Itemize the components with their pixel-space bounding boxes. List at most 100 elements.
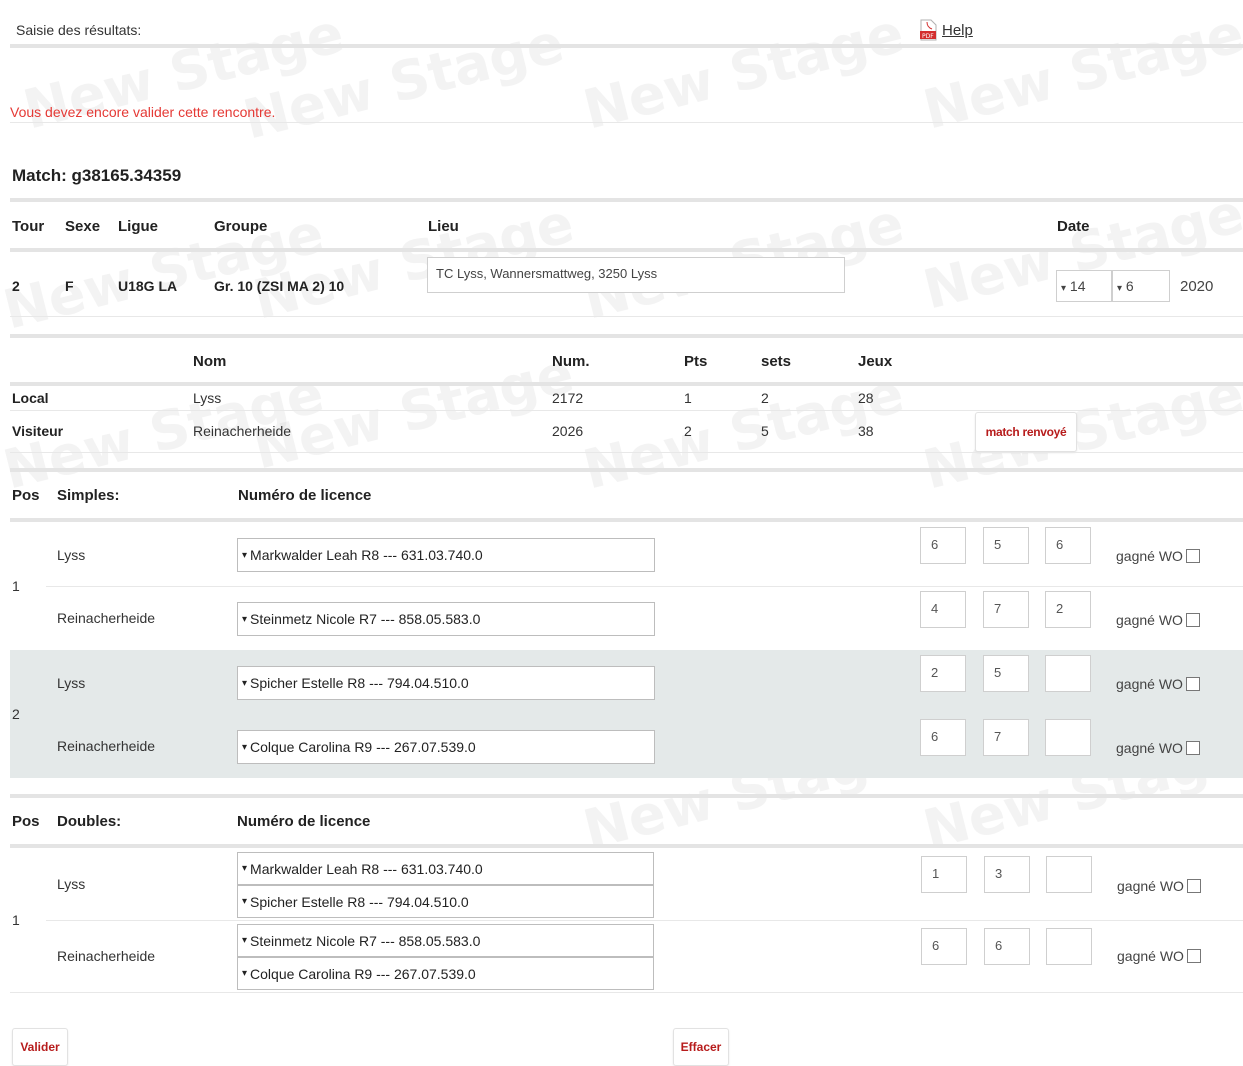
month-select[interactable]: ▾ 6 bbox=[1112, 270, 1170, 302]
walkover-checkbox[interactable]: gagné WO bbox=[1116, 676, 1200, 692]
checkbox-icon[interactable] bbox=[1185, 741, 1200, 755]
svg-text:PDF: PDF bbox=[922, 33, 934, 40]
player-select[interactable]: ▾ Spicher Estelle R8 --- 794.04.510.0 bbox=[237, 666, 655, 700]
checkbox-icon[interactable] bbox=[1186, 879, 1201, 893]
set-score-input[interactable]: 6 bbox=[920, 527, 966, 564]
walkover-label: gagné WO bbox=[1116, 740, 1183, 756]
select-arrow-icon: ▾ bbox=[242, 935, 248, 946]
player-select[interactable]: ▾ Steinmetz Nicole R7 --- 858.05.583.0 bbox=[237, 924, 654, 957]
set-score-input[interactable]: 6 bbox=[1045, 527, 1091, 564]
walkover-checkbox[interactable]: gagné WO bbox=[1117, 948, 1201, 964]
set-score-input[interactable]: 2 bbox=[1045, 591, 1091, 628]
club-name: Reinacherheide bbox=[57, 738, 156, 754]
lieu-input[interactable]: TC Lyss, Wannersmattweg, 3250 Lyss bbox=[427, 257, 845, 293]
walkover-checkbox[interactable]: gagné WO bbox=[1116, 612, 1200, 628]
help-link[interactable]: PDF Help bbox=[918, 19, 973, 41]
header-licence: Numéro de licence bbox=[237, 813, 371, 830]
match-title: Match: g38165.34359 bbox=[12, 166, 181, 186]
club-name: Lyss bbox=[57, 876, 86, 892]
header-ligue: Ligue bbox=[118, 218, 158, 235]
set-score-input[interactable]: 1 bbox=[921, 856, 967, 893]
divider bbox=[10, 794, 1243, 798]
divider bbox=[10, 452, 1243, 453]
header-sexe: Sexe bbox=[65, 218, 101, 235]
select-arrow-icon: ▾ bbox=[242, 741, 248, 753]
divider bbox=[10, 334, 1243, 338]
checkbox-icon[interactable] bbox=[1185, 677, 1200, 691]
set-score-input[interactable]: 7 bbox=[983, 719, 1029, 756]
team-sets-local: 2 bbox=[761, 390, 769, 406]
select-arrow-icon: ▾ bbox=[242, 968, 248, 979]
player-select[interactable]: ▾ Colque Carolina R9 --- 267.07.539.0 bbox=[237, 957, 654, 990]
set-score-input[interactable]: 5 bbox=[983, 655, 1029, 692]
team-name-visiteur: Reinacherheide bbox=[193, 423, 292, 439]
player-select[interactable]: ▾ Colque Carolina R9 --- 267.07.539.0 bbox=[237, 730, 655, 764]
header-sets: sets bbox=[761, 353, 792, 370]
groupe-value: Gr. 10 (ZSI MA 2) 10 bbox=[214, 278, 345, 294]
set-score-input[interactable]: 7 bbox=[983, 591, 1029, 628]
player-name: Colque Carolina R9 --- 267.07.539.0 bbox=[250, 739, 476, 755]
match-label: Match: bbox=[12, 166, 67, 185]
set-score-input[interactable] bbox=[1045, 719, 1091, 756]
divider bbox=[10, 198, 1243, 202]
pdf-icon: PDF bbox=[918, 19, 938, 41]
set-score-input[interactable]: 6 bbox=[920, 719, 966, 756]
set-score-input[interactable]: 6 bbox=[984, 928, 1030, 965]
header-groupe: Groupe bbox=[214, 218, 268, 235]
team-jeux-visiteur: 38 bbox=[858, 423, 874, 439]
player-select[interactable]: ▾ Steinmetz Nicole R7 --- 858.05.583.0 bbox=[237, 602, 655, 636]
checkbox-icon[interactable] bbox=[1186, 949, 1201, 963]
header-licence: Numéro de licence bbox=[238, 487, 372, 504]
team-role-visiteur: Visiteur bbox=[12, 423, 64, 439]
divider bbox=[46, 586, 1243, 587]
team-num-local: 2172 bbox=[552, 390, 584, 406]
clear-button[interactable]: Effacer bbox=[673, 1028, 729, 1066]
team-sets-visiteur: 5 bbox=[761, 423, 769, 439]
select-arrow-icon: ▾ bbox=[1061, 283, 1067, 294]
match-pos: 2 bbox=[12, 706, 20, 722]
set-score-input[interactable]: 5 bbox=[983, 527, 1029, 564]
header-doubles: Doubles: bbox=[57, 813, 122, 830]
checkbox-icon[interactable] bbox=[1185, 549, 1200, 563]
match-pos: 1 bbox=[12, 912, 20, 928]
match-pos: 1 bbox=[12, 578, 20, 594]
club-name: Reinacherheide bbox=[57, 948, 156, 964]
set-score-input[interactable]: 3 bbox=[984, 856, 1030, 893]
divider bbox=[10, 316, 1243, 317]
divider bbox=[46, 920, 1243, 921]
header-simples: Simples: bbox=[57, 487, 120, 504]
divider bbox=[10, 518, 1243, 522]
walkover-label: gagné WO bbox=[1116, 612, 1183, 628]
checkbox-icon[interactable] bbox=[1185, 613, 1200, 627]
set-score-input[interactable]: 6 bbox=[921, 928, 967, 965]
help-label[interactable]: Help bbox=[942, 22, 973, 39]
walkover-checkbox[interactable]: gagné WO bbox=[1116, 548, 1200, 564]
set-score-input[interactable]: 2 bbox=[920, 655, 966, 692]
player-select[interactable]: ▾ Markwalder Leah R8 --- 631.03.740.0 bbox=[237, 852, 654, 885]
walkover-checkbox[interactable]: gagné WO bbox=[1116, 740, 1200, 756]
divider bbox=[10, 410, 1243, 411]
club-name: Reinacherheide bbox=[57, 610, 156, 626]
header-tour: Tour bbox=[12, 218, 45, 235]
walkover-checkbox[interactable]: gagné WO bbox=[1117, 878, 1201, 894]
select-arrow-icon: ▾ bbox=[242, 549, 248, 561]
validate-button[interactable]: Valider bbox=[12, 1028, 68, 1066]
match-renvoye-button[interactable]: match renvoyé bbox=[975, 412, 1077, 452]
set-score-input[interactable] bbox=[1045, 655, 1091, 692]
select-arrow-icon: ▾ bbox=[1117, 283, 1123, 294]
set-score-input[interactable]: 4 bbox=[920, 591, 966, 628]
player-select[interactable]: ▾ Markwalder Leah R8 --- 631.03.740.0 bbox=[237, 538, 655, 572]
player-name: Steinmetz Nicole R7 --- 858.05.583.0 bbox=[250, 932, 481, 949]
match-id: g38165.34359 bbox=[71, 166, 182, 185]
set-score-input[interactable] bbox=[1046, 856, 1092, 893]
set-score-input[interactable] bbox=[1046, 928, 1092, 965]
player-select[interactable]: ▾ Spicher Estelle R8 --- 794.04.510.0 bbox=[237, 885, 654, 918]
team-pts-visiteur: 2 bbox=[684, 423, 692, 439]
month-value: 6 bbox=[1125, 278, 1134, 294]
player-name: Spicher Estelle R8 --- 794.04.510.0 bbox=[250, 893, 469, 910]
team-num-visiteur: 2026 bbox=[552, 423, 584, 439]
alert-message: Vous devez encore valider cette rencontr… bbox=[10, 104, 276, 120]
team-pts-local: 1 bbox=[684, 390, 692, 406]
day-select[interactable]: ▾ 14 bbox=[1056, 270, 1112, 302]
walkover-label: gagné WO bbox=[1116, 548, 1183, 564]
